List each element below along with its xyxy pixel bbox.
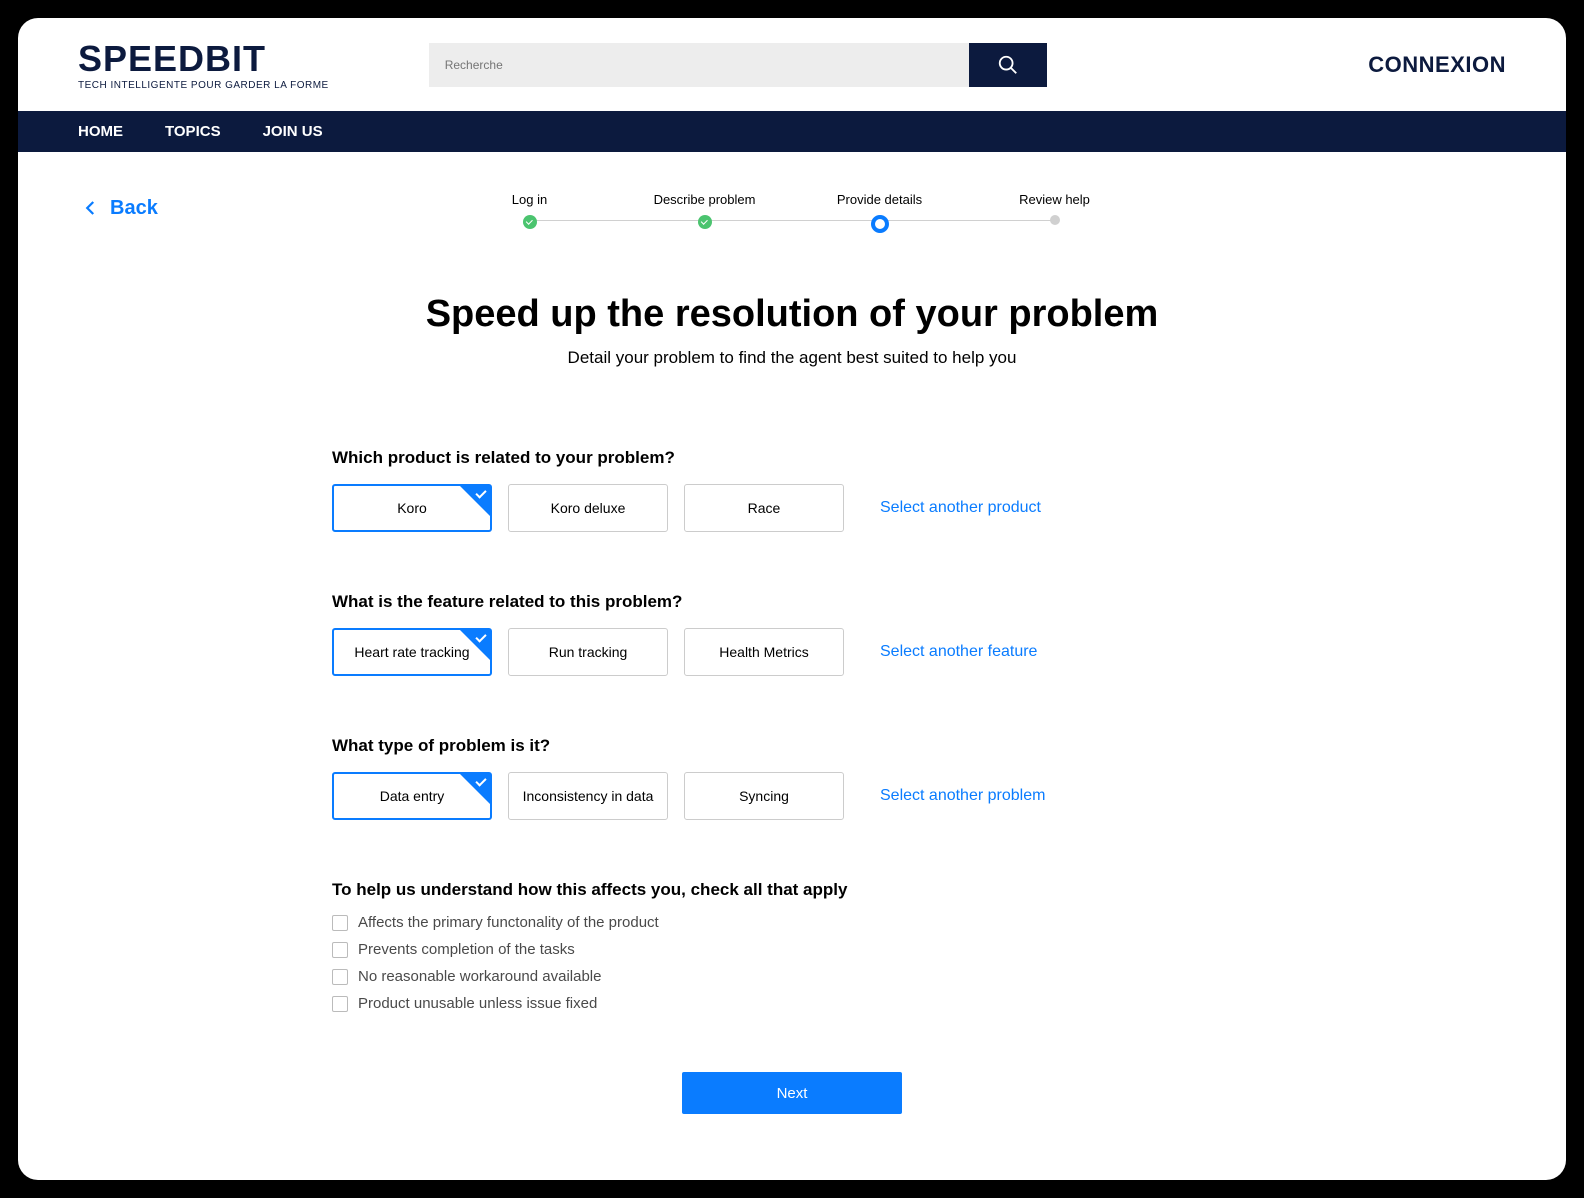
question-feature: What is the feature related to this prob… bbox=[322, 592, 1262, 676]
check-label: Affects the primary functonality of the … bbox=[358, 914, 659, 931]
select-another-product[interactable]: Select another product bbox=[880, 499, 1041, 517]
check-icon bbox=[460, 774, 490, 804]
brand-name: SPEEDBIT bbox=[78, 38, 329, 80]
next-wrap: Next bbox=[322, 1072, 1262, 1114]
option-health-metrics[interactable]: Health Metrics bbox=[684, 628, 844, 676]
option-data-entry[interactable]: Data entry bbox=[332, 772, 492, 820]
progress-stepper: Log in Describe problem Provide details bbox=[442, 192, 1142, 233]
check-row-prevents-completion[interactable]: Prevents completion of the tasks bbox=[332, 941, 1262, 958]
chevron-left-icon bbox=[82, 196, 100, 220]
option-label: Koro deluxe bbox=[551, 500, 626, 516]
step-label: Provide details bbox=[837, 192, 922, 207]
check-row-product-unusable[interactable]: Product unusable unless issue fixed bbox=[332, 995, 1262, 1012]
option-run-tracking[interactable]: Run tracking bbox=[508, 628, 668, 676]
step-login: Log in bbox=[442, 192, 617, 229]
brand-tagline: TECH INTELLIGENTE POUR GARDER LA FORME bbox=[78, 80, 329, 91]
option-label: Syncing bbox=[739, 788, 789, 804]
step-dot-done bbox=[698, 215, 712, 229]
question-product: Which product is related to your problem… bbox=[322, 448, 1262, 532]
step-label: Log in bbox=[512, 192, 547, 207]
check-icon bbox=[460, 630, 490, 660]
option-label: Heart rate tracking bbox=[354, 644, 469, 660]
options-row: Data entry Inconsistency in data Syncing… bbox=[332, 772, 1262, 820]
search-icon bbox=[997, 54, 1019, 76]
brand: SPEEDBIT TECH INTELLIGENTE POUR GARDER L… bbox=[78, 38, 329, 91]
check-label: Prevents completion of the tasks bbox=[358, 941, 575, 958]
step-label: Review help bbox=[1019, 192, 1090, 207]
step-dot-current bbox=[871, 215, 889, 233]
option-syncing[interactable]: Syncing bbox=[684, 772, 844, 820]
option-race[interactable]: Race bbox=[684, 484, 844, 532]
main-nav: HOME TOPICS JOIN US bbox=[18, 111, 1566, 152]
option-label: Run tracking bbox=[549, 644, 628, 660]
page-subtitle: Detail your problem to find the agent be… bbox=[322, 348, 1262, 368]
question-label: What type of problem is it? bbox=[332, 736, 1262, 756]
search-bar bbox=[429, 43, 1047, 87]
step-label: Describe problem bbox=[654, 192, 756, 207]
select-another-feature[interactable]: Select another feature bbox=[880, 643, 1037, 661]
checkbox[interactable] bbox=[332, 915, 348, 931]
step-dot-future bbox=[1050, 215, 1060, 225]
search-input[interactable] bbox=[429, 43, 969, 87]
options-row: Koro Koro deluxe Race Select another pro… bbox=[332, 484, 1262, 532]
nav-item-topics[interactable]: TOPICS bbox=[165, 123, 221, 140]
check-icon bbox=[460, 486, 490, 516]
option-label: Koro bbox=[397, 500, 427, 516]
check-row-no-workaround[interactable]: No reasonable workaround available bbox=[332, 968, 1262, 985]
question-problem-type: What type of problem is it? Data entry I… bbox=[322, 736, 1262, 820]
option-label: Data entry bbox=[380, 788, 445, 804]
option-label: Inconsistency in data bbox=[523, 788, 654, 804]
checkbox[interactable] bbox=[332, 996, 348, 1012]
impact-checklist: To help us understand how this affects y… bbox=[322, 880, 1262, 1012]
check-row-primary-functionality[interactable]: Affects the primary functonality of the … bbox=[332, 914, 1262, 931]
back-label: Back bbox=[110, 197, 158, 220]
next-button[interactable]: Next bbox=[682, 1072, 902, 1114]
page-title: Speed up the resolution of your problem bbox=[322, 293, 1262, 336]
step-dot-done bbox=[523, 215, 537, 229]
content: Back Log in Describe problem bbox=[18, 152, 1566, 1154]
options-row: Heart rate tracking Run tracking Health … bbox=[332, 628, 1262, 676]
option-label: Race bbox=[748, 500, 781, 516]
check-label: Product unusable unless issue fixed bbox=[358, 995, 597, 1012]
nav-item-home[interactable]: HOME bbox=[78, 123, 123, 140]
login-link[interactable]: CONNEXION bbox=[1368, 52, 1506, 78]
checkbox[interactable] bbox=[332, 942, 348, 958]
option-heart-rate[interactable]: Heart rate tracking bbox=[332, 628, 492, 676]
search-button[interactable] bbox=[969, 43, 1047, 87]
step-details: Provide details bbox=[792, 192, 967, 233]
question-label: What is the feature related to this prob… bbox=[332, 592, 1262, 612]
check-label: No reasonable workaround available bbox=[358, 968, 602, 985]
checklist-label: To help us understand how this affects y… bbox=[332, 880, 1262, 900]
select-another-problem[interactable]: Select another problem bbox=[880, 787, 1045, 805]
nav-item-join-us[interactable]: JOIN US bbox=[263, 123, 323, 140]
step-describe: Describe problem bbox=[617, 192, 792, 229]
question-label: Which product is related to your problem… bbox=[332, 448, 1262, 468]
checkbox[interactable] bbox=[332, 969, 348, 985]
header: SPEEDBIT TECH INTELLIGENTE POUR GARDER L… bbox=[18, 18, 1566, 111]
option-koro-deluxe[interactable]: Koro deluxe bbox=[508, 484, 668, 532]
back-button[interactable]: Back bbox=[82, 196, 158, 220]
option-koro[interactable]: Koro bbox=[332, 484, 492, 532]
option-label: Health Metrics bbox=[719, 644, 808, 660]
option-inconsistency[interactable]: Inconsistency in data bbox=[508, 772, 668, 820]
